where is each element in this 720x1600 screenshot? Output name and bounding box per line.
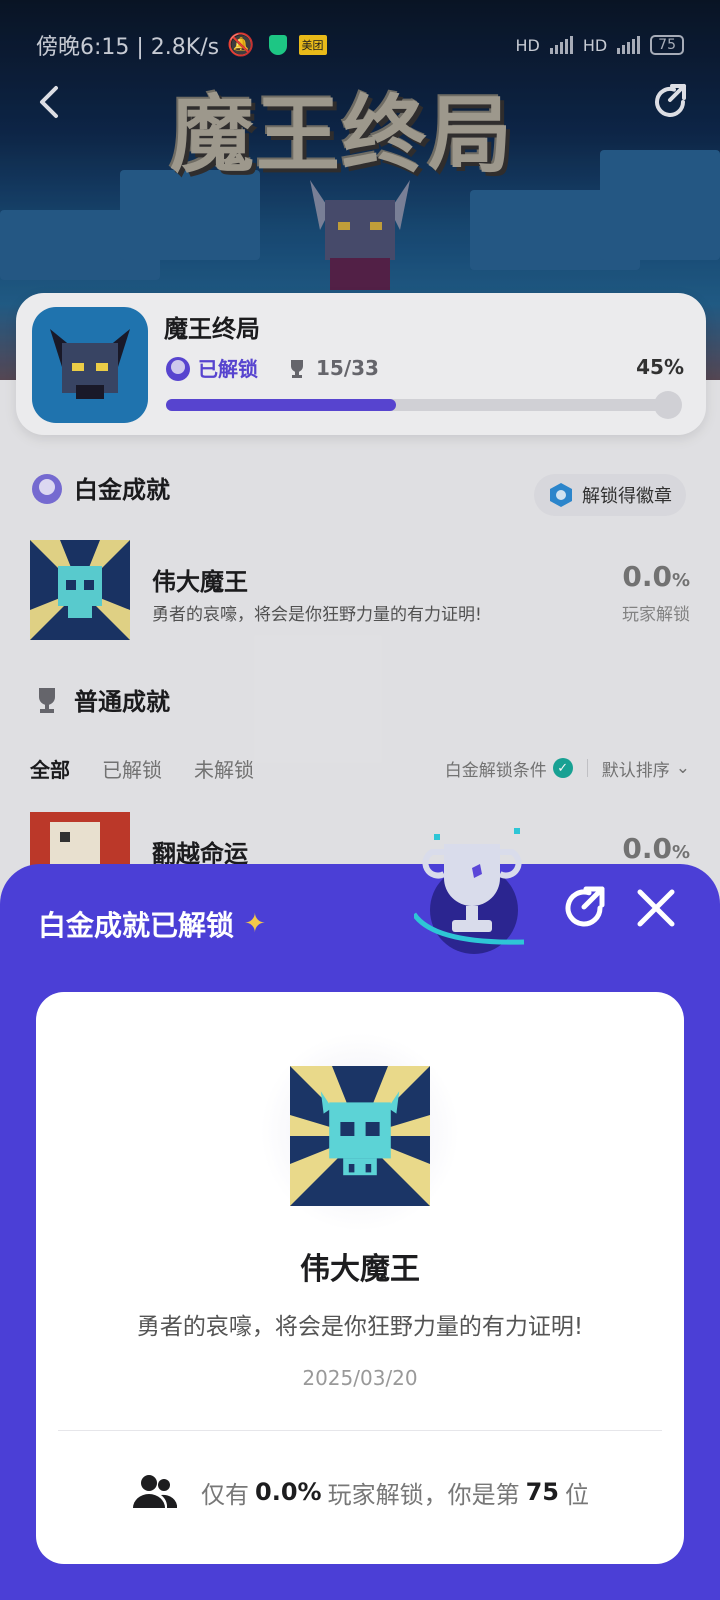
sheet-title: 白金成就已解锁 ✦ bbox=[38, 909, 266, 942]
unlock-badge-button[interactable]: 解锁得徽章 bbox=[534, 474, 686, 516]
security-shield-icon bbox=[268, 35, 287, 55]
achievement-description: 勇者的哀嚎，将会是你狂野力量的有力证明! bbox=[152, 605, 482, 625]
progress-percent: 45% bbox=[636, 355, 684, 379]
mute-icon: 🔕 bbox=[227, 32, 255, 58]
game-name: 魔王终局 bbox=[164, 315, 260, 343]
trophy-section-icon bbox=[39, 687, 55, 713]
divider bbox=[58, 1430, 662, 1431]
achievement-filter-bar: 全部 已解锁 未解锁 白金解锁条件 ✓ 默认排序 ⌄ bbox=[30, 752, 690, 784]
sort-dropdown[interactable]: 默认排序 bbox=[602, 756, 670, 781]
hd-icon: HD bbox=[515, 35, 540, 55]
trophy-illustration-icon bbox=[414, 828, 525, 954]
meituan-app-icon: 美团 bbox=[298, 35, 327, 55]
users-icon bbox=[133, 1475, 178, 1508]
battery-icon: 75 bbox=[650, 35, 684, 55]
tab-all[interactable]: 全部 bbox=[30, 754, 70, 783]
normal-section-header: 普通成就 bbox=[30, 682, 170, 717]
achievement-thumbnail bbox=[30, 540, 130, 640]
achievement-artwork bbox=[290, 1066, 430, 1206]
progress-fill bbox=[166, 399, 396, 411]
hd-icon-2: HD bbox=[582, 35, 608, 55]
sheet-share-icon[interactable] bbox=[560, 884, 608, 932]
normal-section-title: 普通成就 bbox=[74, 688, 170, 716]
achievement-detail-card: 伟大魔王 勇者的哀嚎，将会是你狂野力量的有力证明! 2025/03/20 仅有 … bbox=[36, 992, 684, 1564]
platinum-condition-label[interactable]: 白金解锁条件 bbox=[445, 756, 547, 781]
progress-bar bbox=[166, 391, 682, 419]
achievement-count: 15/33 bbox=[316, 355, 379, 380]
game-summary-card: 魔王终局 已解锁 15/33 45% bbox=[16, 293, 706, 435]
achievement-name: 伟大魔王 bbox=[300, 1252, 420, 1287]
status-time: 傍晚6:15 | 2.8K/s bbox=[36, 35, 220, 60]
unlock-badge-label: 解锁得徽章 bbox=[582, 486, 672, 507]
sparkle-icon: ✦ bbox=[244, 909, 266, 939]
platinum-achievement-row[interactable]: 伟大魔王 勇者的哀嚎，将会是你狂野力量的有力证明! 0.0% 玩家解锁 bbox=[30, 540, 690, 640]
achievement-percent: 0.0% bbox=[622, 560, 690, 593]
platinum-unlocked-sheet: 白金成就已解锁 ✦ 伟大魔王 勇者的哀嚎，将会是你狂野力量的有力证明! 2025… bbox=[0, 828, 720, 1600]
share-icon[interactable] bbox=[650, 82, 690, 122]
signal-icon bbox=[549, 36, 573, 54]
unlock-date: 2025/03/20 bbox=[302, 1366, 418, 1390]
unlocked-label: 已解锁 bbox=[198, 357, 258, 381]
progress-end-icon bbox=[654, 391, 682, 419]
unlock-rank-stat: 仅有 0.0% 玩家解锁，你是第 75 位 bbox=[36, 1472, 684, 1512]
badge-icon bbox=[550, 483, 572, 507]
achievement-unlock-label: 玩家解锁 bbox=[622, 605, 690, 625]
unlock-summary: 已解锁 15/33 bbox=[164, 353, 379, 382]
close-icon[interactable] bbox=[634, 886, 678, 930]
signal-icon-2 bbox=[617, 36, 641, 54]
status-bar: 傍晚6:15 | 2.8K/s 🔕 美团 HD HD 75 bbox=[0, 0, 720, 70]
platinum-section-icon bbox=[32, 473, 62, 504]
back-arrow-icon[interactable] bbox=[30, 82, 70, 122]
platinum-section-header: 白金成就 bbox=[30, 470, 170, 505]
tab-unlocked[interactable]: 已解锁 bbox=[102, 754, 162, 783]
chevron-down-icon: ⌄ bbox=[675, 758, 690, 778]
platinum-section-title: 白金成就 bbox=[74, 476, 170, 504]
game-icon bbox=[32, 307, 148, 423]
achievement-title: 伟大魔王 bbox=[152, 568, 248, 596]
platinum-medal-icon bbox=[166, 356, 190, 381]
achievement-percent-2: 0.0% bbox=[622, 832, 690, 865]
tab-locked[interactable]: 未解锁 bbox=[194, 754, 254, 783]
trophy-icon bbox=[291, 359, 303, 378]
check-icon: ✓ bbox=[552, 758, 573, 778]
achievement-detail-description: 勇者的哀嚎，将会是你狂野力量的有力证明! bbox=[136, 1314, 584, 1340]
